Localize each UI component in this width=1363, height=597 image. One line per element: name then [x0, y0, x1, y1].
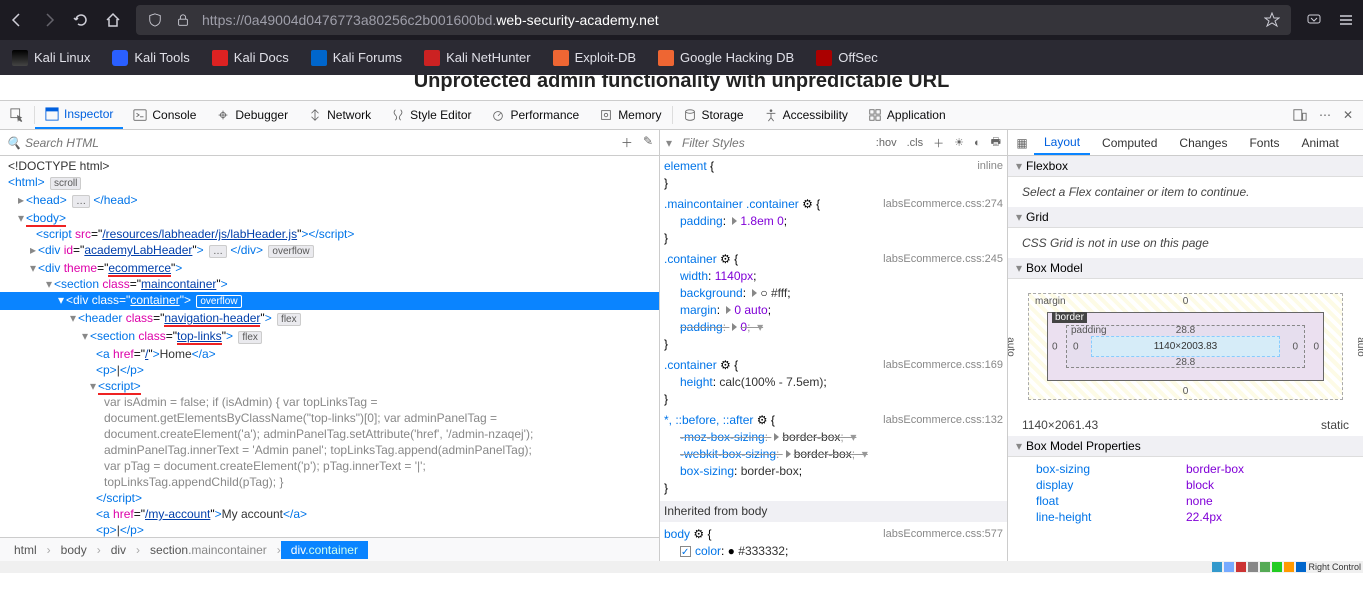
dom-panel: 🔍 ＋ ✎ <!DOCTYPE html> <html> scroll ▸<hea…: [0, 130, 660, 561]
boxmodel-content: 1140×2003.83: [1091, 336, 1280, 357]
tab-console[interactable]: Console: [123, 101, 206, 129]
hov-toggle[interactable]: :hov: [876, 137, 897, 149]
page-content-slice: Unprotected admin functionality with unp…: [0, 75, 1363, 100]
shield-icon: [146, 11, 164, 29]
bookmark-kali-linux[interactable]: Kali Linux: [12, 50, 90, 66]
grid-header[interactable]: ▾Grid: [1008, 207, 1363, 228]
bookmark-offsec[interactable]: OffSec: [816, 50, 878, 66]
boxmodel-props-header[interactable]: ▾Box Model Properties: [1008, 436, 1363, 457]
dom-search-bar: 🔍 ＋ ✎: [0, 130, 659, 156]
back-button[interactable]: [8, 11, 26, 29]
bookmark-ghdb[interactable]: Google Hacking DB: [658, 50, 794, 66]
dom-search-input[interactable]: [25, 136, 617, 150]
light-theme-icon[interactable]: ☀: [954, 136, 964, 149]
reload-button[interactable]: [72, 11, 90, 29]
menu-icon[interactable]: [1337, 11, 1355, 29]
filter-styles-input[interactable]: [682, 136, 866, 150]
taskstrip-label: Right Control: [1308, 562, 1361, 572]
cls-toggle[interactable]: .cls: [907, 137, 924, 149]
dom-breadcrumb: html› body› div› section.maincontainer› …: [0, 537, 659, 561]
tab-debugger[interactable]: Debugger: [206, 101, 298, 129]
add-rule-button[interactable]: ＋: [933, 135, 944, 151]
forward-button[interactable]: [40, 11, 58, 29]
tab-accessibility[interactable]: Accessibility: [754, 101, 858, 129]
address-bar[interactable]: https://0a49004d0476773a80256c2b001600bd…: [136, 5, 1291, 35]
grid-msg: CSS Grid is not in use on this page: [1008, 228, 1363, 258]
lock-icon: [174, 11, 192, 29]
layout-grid-icon[interactable]: ▦: [1012, 136, 1032, 150]
ltab-layout[interactable]: Layout: [1034, 130, 1090, 155]
bookmark-star-icon[interactable]: [1263, 11, 1281, 29]
devtools-close-icon[interactable]: ✕: [1343, 108, 1353, 122]
lab-title: Unprotected admin functionality with unp…: [414, 75, 950, 93]
devtools-more-icon[interactable]: ⋯: [1319, 108, 1331, 122]
boxmodel-size-row: 1140×2061.43static: [1008, 414, 1363, 436]
bookmark-kali-docs[interactable]: Kali Docs: [212, 50, 289, 66]
tab-application[interactable]: Application: [858, 101, 956, 129]
browser-nav-bar: https://0a49004d0476773a80256c2b001600bd…: [0, 0, 1363, 40]
os-taskstrip: Right Control: [0, 561, 1363, 573]
responsive-mode-icon[interactable]: [1293, 108, 1307, 122]
bookmark-kali-tools[interactable]: Kali Tools: [112, 50, 189, 66]
tab-performance[interactable]: Performance: [481, 101, 589, 129]
dom-selected-node: ▾<div class="container"> overflow: [0, 292, 659, 310]
ltab-animations[interactable]: Animat: [1291, 130, 1348, 155]
pick-element-button[interactable]: [0, 101, 34, 129]
bookmark-kali-forums[interactable]: Kali Forums: [311, 50, 402, 66]
flexbox-header[interactable]: ▾Flexbox: [1008, 156, 1363, 177]
add-node-button[interactable]: ＋: [621, 134, 633, 151]
crumb-section[interactable]: section.maincontainer: [140, 541, 277, 559]
ltab-computed[interactable]: Computed: [1092, 130, 1167, 155]
bookmark-exploit-db[interactable]: Exploit-DB: [553, 50, 636, 66]
bookmark-kali-nethunter[interactable]: Kali NetHunter: [424, 50, 531, 66]
pocket-icon[interactable]: [1305, 11, 1323, 29]
tab-style-editor[interactable]: Style Editor: [381, 101, 481, 129]
search-icon: 🔍: [6, 136, 21, 150]
flexbox-msg: Select a Flex container or item to conti…: [1008, 177, 1363, 207]
ltab-changes[interactable]: Changes: [1169, 130, 1237, 155]
crumb-html[interactable]: html: [4, 541, 47, 559]
boxmodel-diagram: margin 0 0 auto auto border 0 0 padding …: [1008, 279, 1363, 414]
layout-tabs: ▦ Layout Computed Changes Fonts Animat: [1008, 130, 1363, 156]
rules-toolbar: ▾ :hov .cls ＋ ☀ ◐ 🖶: [660, 130, 1007, 156]
devtools-toolbar: Inspector Console Debugger Network Style…: [0, 100, 1363, 130]
contrast-icon[interactable]: ◐: [974, 137, 981, 149]
rules-body[interactable]: inlineelement {} labsEcommerce.css:274.m…: [660, 156, 1007, 561]
rules-panel: ▾ :hov .cls ＋ ☀ ◐ 🖶 inlineelement {} lab…: [660, 130, 1008, 561]
boxmodel-props: box-sizingborder-box displayblock floatn…: [1008, 457, 1363, 529]
tab-storage[interactable]: Storage: [673, 101, 754, 129]
tab-network[interactable]: Network: [298, 101, 381, 129]
boxmodel-header[interactable]: ▾Box Model: [1008, 258, 1363, 279]
crumb-selected[interactable]: div.container: [281, 541, 368, 559]
tab-memory[interactable]: Memory: [589, 101, 671, 129]
print-icon[interactable]: 🖶: [991, 133, 1001, 152]
crumb-body[interactable]: body: [51, 541, 97, 559]
bookmark-bar: Kali Linux Kali Tools Kali Docs Kali For…: [0, 40, 1363, 75]
eyedropper-icon[interactable]: ✎: [643, 134, 653, 151]
layout-panel: ▦ Layout Computed Changes Fonts Animat ▾…: [1008, 130, 1363, 561]
dom-tree[interactable]: <!DOCTYPE html> <html> scroll ▸<head> … …: [0, 156, 659, 537]
ltab-fonts[interactable]: Fonts: [1239, 130, 1289, 155]
inherited-header: Inherited from body: [660, 501, 1007, 522]
filter-icon: ▾: [666, 136, 672, 150]
home-button[interactable]: [104, 11, 122, 29]
tab-inspector[interactable]: Inspector: [35, 101, 123, 129]
crumb-div[interactable]: div: [101, 541, 136, 559]
layout-body[interactable]: ▾Flexbox Select a Flex container or item…: [1008, 156, 1363, 561]
url-text: https://0a49004d0476773a80256c2b001600bd…: [202, 12, 659, 28]
devtools-body: 🔍 ＋ ✎ <!DOCTYPE html> <html> scroll ▸<hea…: [0, 130, 1363, 561]
